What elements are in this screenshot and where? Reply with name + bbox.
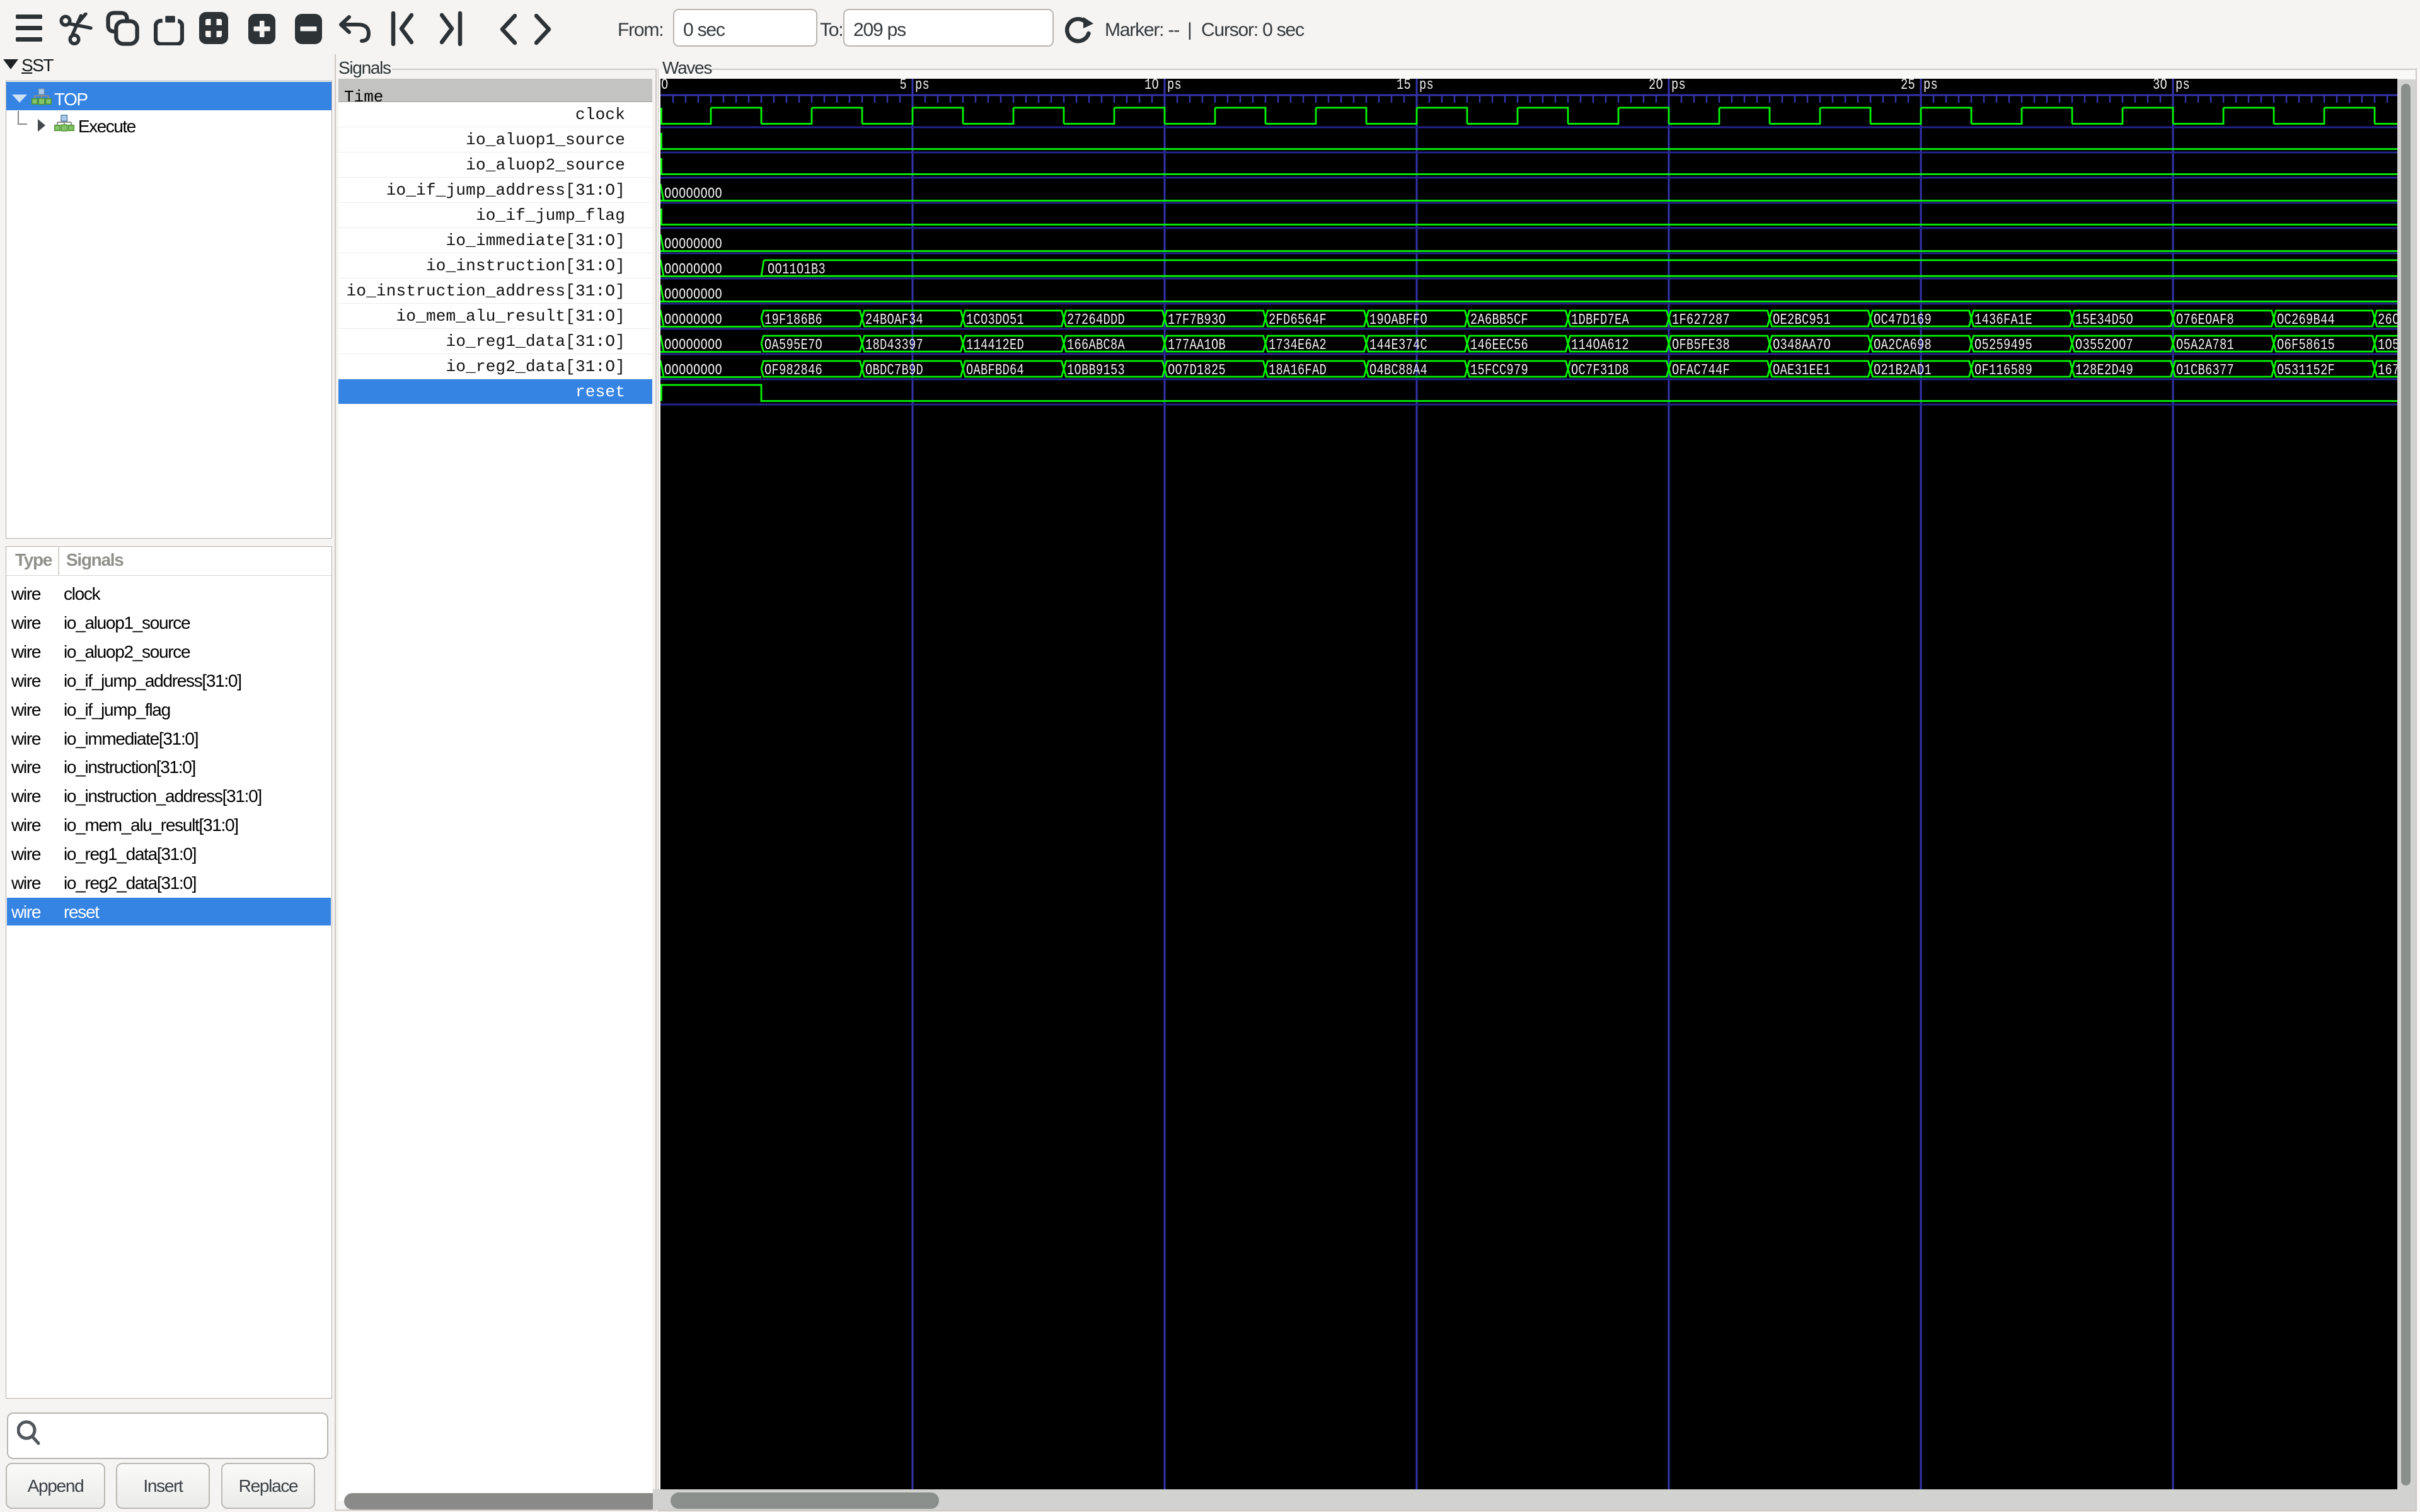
svg-text:177AA1OB: 177AA1OB — [1168, 337, 1226, 354]
svg-text:OFB5FE38: OFB5FE38 — [1672, 337, 1730, 354]
svg-text:2FD6564F: 2FD6564F — [1269, 312, 1327, 329]
svg-text:OOOOOOOO: OOOOOOOO — [664, 236, 722, 253]
svg-text:15E34D5O: 15E34D5O — [2075, 312, 2133, 329]
svg-text:OC7F31D8: OC7F31D8 — [1571, 362, 1629, 379]
svg-text:O5259495: O5259495 — [1974, 337, 2032, 354]
svg-text:ps: ps — [915, 79, 930, 94]
svg-text:OE2BC951: OE2BC951 — [1773, 312, 1831, 329]
svg-text:O4BC88A4: O4BC88A4 — [1369, 362, 1427, 379]
svg-text:146EEC56: 146EEC56 — [1470, 337, 1528, 354]
svg-text:OOOOOOOO: OOOOOOOO — [664, 261, 722, 278]
svg-text:OABFBD64: OABFBD64 — [966, 362, 1024, 379]
svg-text:1734E6A2: 1734E6A2 — [1269, 337, 1327, 354]
svg-text:1436FA1E: 1436FA1E — [1974, 312, 2032, 329]
svg-text:114OA612: 114OA612 — [1571, 337, 1629, 354]
svg-text:OOOOOOOO: OOOOOOOO — [664, 337, 722, 354]
svg-text:OO7D1825: OO7D1825 — [1168, 362, 1226, 379]
svg-text:ps: ps — [1923, 79, 1938, 94]
svg-text:166ABC8A: 166ABC8A — [1067, 337, 1125, 354]
svg-text:O1CB6377: O1CB6377 — [2176, 362, 2234, 379]
svg-text:OFAC744F: OFAC744F — [1672, 362, 1730, 379]
svg-text:2O: 2O — [1649, 79, 1663, 94]
svg-text:5: 5 — [900, 79, 908, 94]
svg-text:O531152F: O531152F — [2277, 362, 2335, 379]
svg-text:OC269B44: OC269B44 — [2277, 312, 2335, 329]
svg-text:OA595E7O: OA595E7O — [764, 337, 822, 354]
svg-text:ps: ps — [1671, 79, 1686, 94]
svg-text:ps: ps — [1167, 79, 1182, 94]
svg-text:18D43397: 18D43397 — [865, 337, 923, 354]
svg-text:128E2D49: 128E2D49 — [2075, 362, 2133, 379]
svg-text:25: 25 — [1901, 79, 1915, 94]
svg-text:OAE31EE1: OAE31EE1 — [1773, 362, 1831, 379]
svg-text:OF982846: OF982846 — [764, 362, 822, 379]
svg-text:2A6BB5CF: 2A6BB5CF — [1470, 312, 1528, 329]
svg-text:OC47D169: OC47D169 — [1874, 312, 1932, 329]
svg-text:O76EOAF8: O76EOAF8 — [2176, 312, 2234, 329]
svg-text:114412ED: 114412ED — [966, 337, 1024, 354]
svg-text:O3552OO7: O3552OO7 — [2075, 337, 2133, 354]
svg-text:OOOOOOOO: OOOOOOOO — [664, 186, 722, 203]
svg-text:1O: 1O — [1144, 79, 1159, 94]
svg-text:19F186B6: 19F186B6 — [764, 312, 822, 329]
svg-text:ps: ps — [1419, 79, 1434, 94]
svg-text:O348AA7O: O348AA7O — [1773, 337, 1831, 354]
svg-text:1CO3DO51: 1CO3DO51 — [966, 312, 1024, 329]
svg-text:O21B2AD1: O21B2AD1 — [1874, 362, 1932, 379]
svg-text:26CO7F51: 26CO7F51 — [2378, 312, 2397, 329]
svg-text:ps: ps — [2175, 79, 2190, 94]
svg-text:OF116589: OF116589 — [1974, 362, 2032, 379]
svg-text:15: 15 — [1397, 79, 1411, 94]
svg-text:OO11O1B3: OO11O1B3 — [768, 261, 826, 278]
svg-text:19OABFFO: 19OABFFO — [1369, 312, 1427, 329]
svg-text:O5A2A781: O5A2A781 — [2176, 337, 2234, 354]
svg-text:15FCC979: 15FCC979 — [1470, 362, 1528, 379]
svg-text:OOOOOOOO: OOOOOOOO — [664, 312, 722, 329]
svg-text:27264DDD: 27264DDD — [1067, 312, 1125, 329]
svg-text:OOOOOOOO: OOOOOOOO — [664, 362, 722, 379]
svg-text:O: O — [661, 79, 669, 94]
svg-text:3O: 3O — [2153, 79, 2167, 94]
svg-text:1O5D9AF3: 1O5D9AF3 — [2378, 337, 2397, 354]
svg-text:17F7B93O: 17F7B93O — [1168, 312, 1226, 329]
svg-text:OOOOOOOO: OOOOOOOO — [664, 287, 722, 304]
svg-text:OBDC7B9D: OBDC7B9D — [865, 362, 923, 379]
svg-text:1F627287: 1F627287 — [1672, 312, 1730, 329]
svg-text:1DBFD7EA: 1DBFD7EA — [1571, 312, 1629, 329]
svg-text:OA2CA698: OA2CA698 — [1874, 337, 1932, 354]
svg-text:1671BOC4: 1671BOC4 — [2378, 362, 2397, 379]
svg-text:24BOAF34: 24BOAF34 — [865, 312, 923, 329]
svg-text:18A16FAD: 18A16FAD — [1269, 362, 1327, 379]
svg-text:144E374C: 144E374C — [1369, 337, 1427, 354]
svg-text:O6F58615: O6F58615 — [2277, 337, 2335, 354]
svg-text:1OBB9153: 1OBB9153 — [1067, 362, 1125, 379]
